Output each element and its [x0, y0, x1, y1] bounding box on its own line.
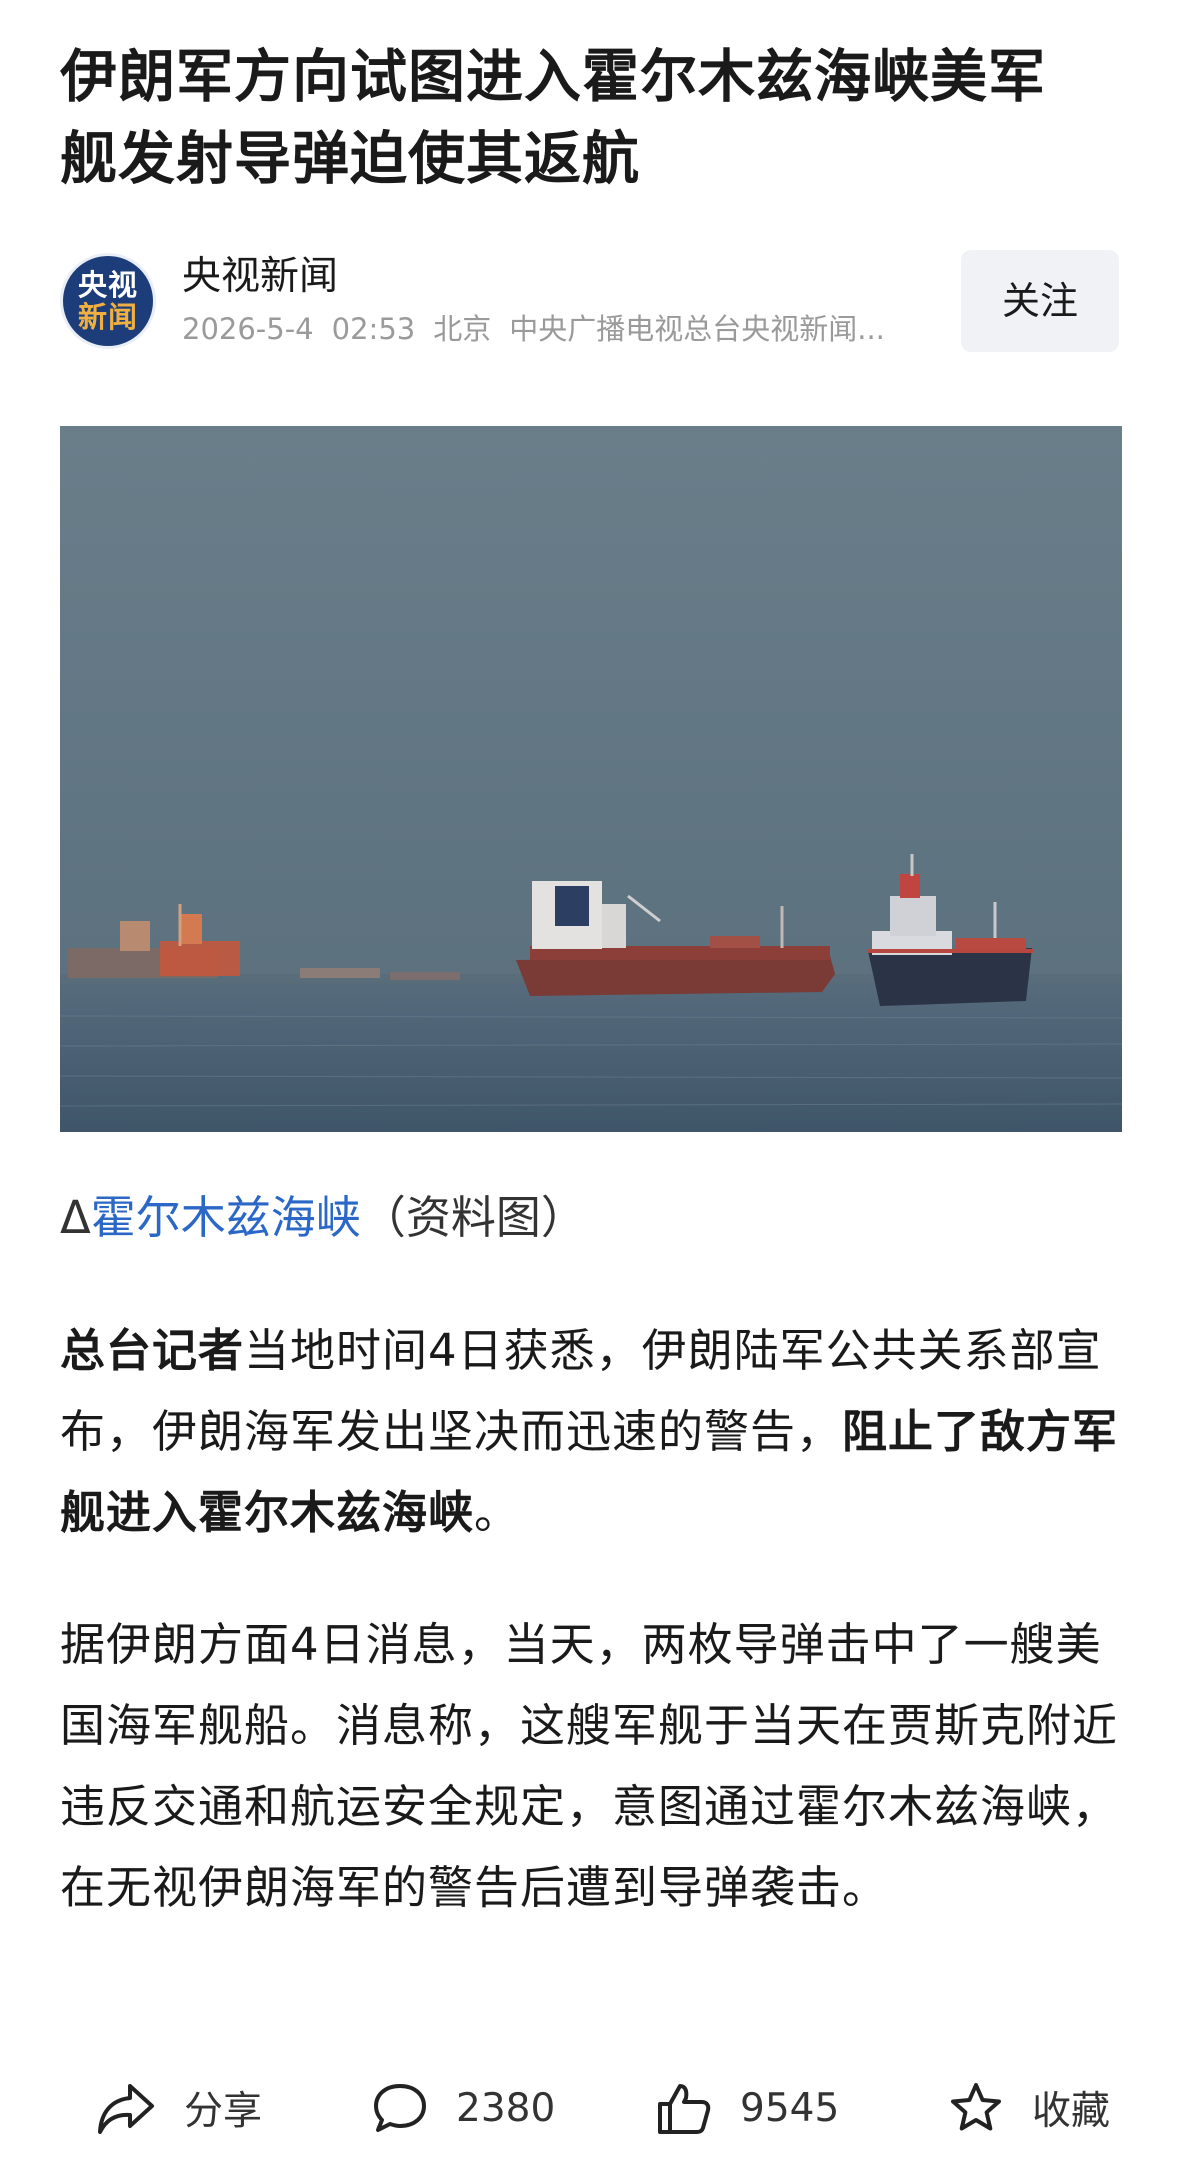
comment-icon: [374, 2084, 426, 2132]
thumbs-up-icon: [658, 2084, 711, 2134]
share-icon: [98, 2084, 154, 2134]
share-button[interactable]: 分享: [96, 2068, 262, 2148]
publish-source: 中央广播电视总台央视新闻...: [509, 312, 885, 346]
paragraph-1: 总台记者当地时间4日获悉，伊朗陆军公共关系部宣布，伊朗海军发出坚决而迅速的警告，…: [60, 1310, 1120, 1553]
comment-count: 2380: [456, 2085, 556, 2131]
avatar-logo: 央视 新闻: [75, 269, 141, 333]
comment-button[interactable]: 2380: [372, 2068, 555, 2148]
author-meta: 2026-5-4 02:53 北京 中央广播电视总台央视新闻...: [182, 310, 972, 348]
star-icon: [951, 2083, 1001, 2131]
ships-at-sea-photo-icon: [60, 426, 1122, 1132]
favorite-button[interactable]: 收藏: [948, 2068, 1110, 2148]
paragraph-2: 据伊朗方面4日消息，当天，两枚导弹击中了一艘美国海军舰船。消息称，这艘军舰于当天…: [60, 1618, 1119, 1914]
action-bar: 分享 2380 9545 收藏: [0, 2068, 1179, 2148]
article-title: 伊朗军方向试图进入霍尔木兹海峡美军舰发射导弹迫使其返航: [60, 44, 1046, 192]
author-name[interactable]: 央视新闻: [182, 252, 338, 302]
favorite-label: 收藏: [1032, 2089, 1111, 2134]
publish-location: 北京: [433, 312, 492, 346]
publish-date: 2026-5-4: [182, 312, 314, 346]
article-page: 伊朗军方向试图进入霍尔木兹海峡美军舰发射导弹迫使其返航 央视 新闻 央视新闻 2…: [0, 0, 1179, 2173]
caption-suffix: （资料图）: [360, 1191, 586, 1244]
logo-text-bottom: 新闻: [77, 300, 138, 334]
logo-text-top: 央视: [77, 268, 138, 302]
author-row: 央视 新闻 央视新闻 2026-5-4 02:53 北京 中央广播电视总台央视新闻..…: [60, 250, 1119, 352]
follow-button[interactable]: 关注: [961, 250, 1119, 352]
reporter-label: 总台记者: [60, 1324, 245, 1377]
author-avatar[interactable]: 央视 新闻: [60, 253, 156, 349]
share-label: 分享: [184, 2089, 263, 2134]
caption-prefix: Δ: [60, 1191, 91, 1244]
article-image[interactable]: [60, 426, 1122, 1132]
like-button[interactable]: 9545: [656, 2068, 839, 2148]
caption-link[interactable]: 霍尔木兹海峡: [91, 1191, 361, 1244]
publish-time: 02:53: [331, 312, 416, 346]
paragraph-1-end: 。: [474, 1486, 521, 1539]
like-count: 9545: [740, 2085, 840, 2131]
image-caption: Δ霍尔木兹海峡（资料图）: [60, 1188, 586, 1248]
